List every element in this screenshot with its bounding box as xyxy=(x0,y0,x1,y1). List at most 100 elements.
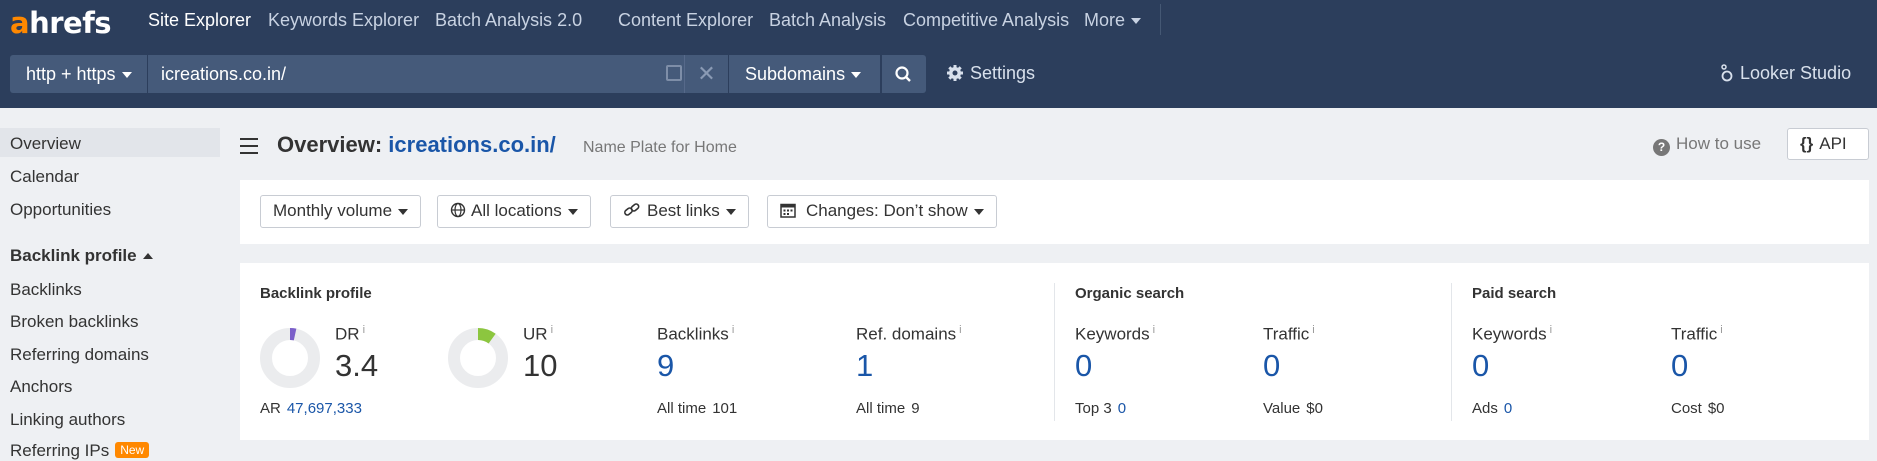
nav-batch-analysis-2[interactable]: Batch Analysis 2.0 xyxy=(435,10,582,31)
sidebar-item-overview[interactable]: Overview xyxy=(10,134,81,154)
chevron-up-icon xyxy=(142,253,153,259)
nav-more-menu[interactable]: More xyxy=(1084,10,1142,31)
settings-button[interactable]: Settings xyxy=(946,63,1035,84)
filter-bar: Monthly volume All locations Best links … xyxy=(240,180,1869,244)
info-icon[interactable]: i xyxy=(1153,324,1155,336)
all-time-value: 9 xyxy=(911,400,920,417)
ur-label-text: UR xyxy=(523,324,548,344)
ref-domains-value[interactable]: 1 xyxy=(856,348,873,384)
section-divider xyxy=(1451,283,1452,421)
organic-traffic-label-text: Traffic xyxy=(1263,324,1310,344)
calendar-icon xyxy=(780,203,796,218)
search-icon xyxy=(895,66,911,82)
title-prefix: Overview: xyxy=(277,132,383,157)
section-divider xyxy=(1054,283,1055,421)
nav-keywords-explorer[interactable]: Keywords Explorer xyxy=(268,10,419,31)
info-icon[interactable]: i xyxy=(959,324,961,336)
ads-value[interactable]: 0 xyxy=(1504,400,1512,417)
nav-content-explorer[interactable]: Content Explorer xyxy=(618,10,753,31)
organic-keywords-value[interactable]: 0 xyxy=(1075,348,1092,384)
menu-icon[interactable] xyxy=(240,138,258,159)
ads-label: Ads xyxy=(1472,400,1498,417)
organic-traffic-value[interactable]: 0 xyxy=(1263,348,1280,384)
dr-label[interactable]: DR i xyxy=(335,324,365,345)
nav-site-explorer[interactable]: Site Explorer xyxy=(148,10,251,31)
sidebar-item-referring-ips[interactable]: Referring IPs New xyxy=(10,441,150,461)
volume-filter-label: Monthly volume xyxy=(273,201,393,220)
how-to-use-link[interactable]: ? How to use xyxy=(1653,134,1761,156)
ar-value[interactable]: 47,697,333 xyxy=(287,400,362,417)
info-icon[interactable]: i xyxy=(1550,324,1552,336)
section-label: Backlink profile xyxy=(10,246,137,265)
mode-dropdown[interactable]: Subdomains xyxy=(729,55,880,93)
backlinks-label[interactable]: Backlinks i xyxy=(657,324,734,345)
value-label: Value xyxy=(1263,400,1301,417)
settings-label: Settings xyxy=(970,63,1036,83)
ref-domains-all-time: All time 9 xyxy=(856,400,920,417)
paid-traffic-value[interactable]: 0 xyxy=(1671,348,1688,384)
link-icon xyxy=(624,203,640,216)
info-icon[interactable]: i xyxy=(551,324,553,336)
best-links-filter[interactable]: Best links xyxy=(610,195,749,228)
sidebar-item-opportunities[interactable]: Opportunities xyxy=(10,200,111,220)
search-button[interactable] xyxy=(882,55,926,93)
nav-more-label: More xyxy=(1084,10,1126,30)
dr-donut-chart xyxy=(260,328,320,388)
chevron-down-icon xyxy=(851,72,862,79)
page-title: Overview: icreations.co.in/ xyxy=(277,132,556,158)
search-bar: http + https icreations.co.in/ ✕ Subdoma… xyxy=(0,41,1877,108)
ur-label[interactable]: UR i xyxy=(523,324,553,345)
looker-studio-button[interactable]: Looker Studio xyxy=(1720,63,1851,84)
protocol-dropdown[interactable]: http + https xyxy=(10,55,147,93)
title-link[interactable]: icreations.co.in/ xyxy=(388,132,556,157)
paid-cost: Cost $0 xyxy=(1671,400,1725,417)
sidebar-item-broken-backlinks[interactable]: Broken backlinks xyxy=(10,312,139,332)
organic-keywords-label[interactable]: Keywords i xyxy=(1075,324,1155,345)
nav-batch-analysis[interactable]: Batch Analysis xyxy=(769,10,886,31)
sidebar-item-referring-domains[interactable]: Referring domains xyxy=(10,345,149,365)
url-value: icreations.co.in/ xyxy=(161,64,287,84)
sidebar-item-backlinks[interactable]: Backlinks xyxy=(10,280,82,300)
paid-traffic-label[interactable]: Traffic i xyxy=(1671,324,1723,345)
chevron-down-icon xyxy=(1131,18,1142,25)
organic-keywords-label-text: Keywords xyxy=(1075,324,1150,344)
how-to-label: How to use xyxy=(1676,134,1762,153)
ahrefs-logo[interactable]: ahrefs xyxy=(10,6,112,40)
api-button[interactable]: {} API xyxy=(1787,128,1869,160)
volume-filter[interactable]: Monthly volume xyxy=(260,195,422,228)
nav-competitive-analysis[interactable]: Competitive Analysis xyxy=(903,10,1069,31)
ref-domains-label-text: Ref. domains xyxy=(856,324,957,344)
paid-keywords-value[interactable]: 0 xyxy=(1472,348,1489,384)
url-input[interactable]: icreations.co.in/ ✕ xyxy=(148,55,728,93)
locations-filter[interactable]: All locations xyxy=(437,195,591,228)
metrics-card: Backlink profile Organic search Paid sea… xyxy=(240,263,1869,440)
ar-label: AR xyxy=(260,400,281,417)
info-icon[interactable]: i xyxy=(1312,324,1314,336)
close-icon[interactable]: ✕ xyxy=(684,55,728,93)
all-time-value: 101 xyxy=(712,400,738,417)
external-link-icon[interactable] xyxy=(666,65,682,81)
ref-domains-label[interactable]: Ref. domains i xyxy=(856,324,962,345)
chevron-down-icon xyxy=(725,208,736,215)
changes-filter[interactable]: Changes: Don’t show xyxy=(767,195,997,228)
organic-traffic-label[interactable]: Traffic i xyxy=(1263,324,1315,345)
chevron-down-icon xyxy=(567,208,578,215)
backlink-profile-heading: Backlink profile xyxy=(260,285,372,302)
protocol-label: http + https xyxy=(26,64,116,84)
sidebar-section-backlink-profile[interactable]: Backlink profile xyxy=(10,246,153,266)
info-icon[interactable]: i xyxy=(1720,324,1722,336)
chevron-down-icon xyxy=(398,208,409,215)
sidebar-item-anchors[interactable]: Anchors xyxy=(10,377,72,397)
top3-value[interactable]: 0 xyxy=(1118,400,1126,417)
info-icon[interactable]: i xyxy=(363,324,365,336)
ar-row: AR 47,697,333 xyxy=(260,400,362,417)
nav-divider xyxy=(1160,4,1161,35)
sidebar-item-calendar[interactable]: Calendar xyxy=(10,167,79,187)
info-icon[interactable]: i xyxy=(732,324,734,336)
api-label: API xyxy=(1819,134,1847,153)
changes-filter-label: Changes: Don’t show xyxy=(806,201,968,220)
paid-keywords-label[interactable]: Keywords i xyxy=(1472,324,1552,345)
value-amount: $0 xyxy=(1306,400,1323,417)
sidebar-item-linking-authors[interactable]: Linking authors xyxy=(10,410,125,430)
backlinks-value[interactable]: 9 xyxy=(657,348,674,384)
